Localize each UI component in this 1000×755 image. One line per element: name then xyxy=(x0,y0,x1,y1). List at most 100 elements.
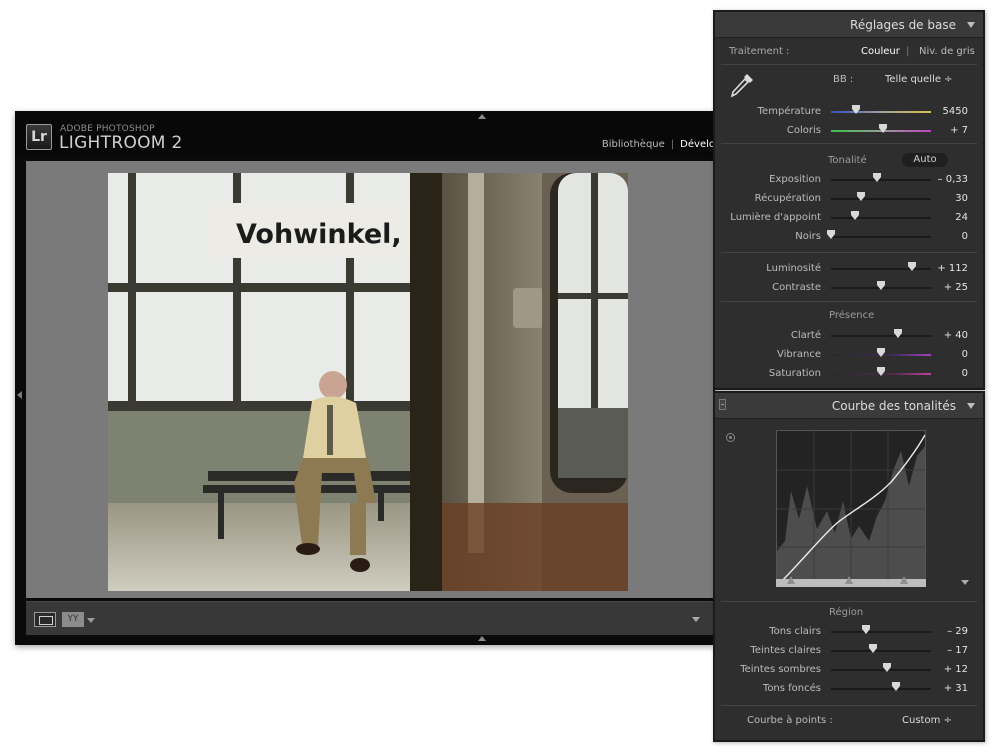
collapse-triangle-icon[interactable] xyxy=(967,403,975,409)
module-picker: Bibliothèque | Dévelo xyxy=(602,139,715,150)
slider-thumb-saturation[interactable] xyxy=(877,367,885,376)
slider-value-teintes-sombres[interactable]: + 12 xyxy=(928,664,968,675)
slider-label-recuperation: Récupération xyxy=(754,193,821,204)
slider-label-coloris: Coloris xyxy=(786,125,821,136)
slider-thumb-contraste[interactable] xyxy=(877,281,885,290)
slider-value-clarte[interactable]: + 40 xyxy=(928,330,968,341)
slider-track-recuperation[interactable] xyxy=(831,198,931,200)
basic-panel-title: Réglages de base xyxy=(850,18,956,32)
slider-thumb-tons-fonces[interactable] xyxy=(892,682,900,691)
loupe-view-button[interactable] xyxy=(34,612,56,627)
slider-thumb-tons-clairs[interactable] xyxy=(862,625,870,634)
module-library[interactable]: Bibliothèque xyxy=(602,139,665,150)
brand-main-text: LIGHTROOM 2 xyxy=(59,133,183,153)
slider-label-teintes-sombres: Teintes sombres xyxy=(740,664,821,675)
slider-value-tons-fonces[interactable]: + 31 xyxy=(928,683,968,694)
title-bar: Lr ADOBE PHOTOSHOP LIGHTROOM 2 Bibliothè… xyxy=(15,111,715,157)
photo-preview: Vohwinkel, Sch xyxy=(108,173,628,591)
slider-value-vibrance[interactable]: 0 xyxy=(928,349,968,360)
slider-value-tons-clairs[interactable]: – 29 xyxy=(928,626,968,637)
point-curve-dropdown[interactable]: Custom ÷ xyxy=(902,715,952,726)
slider-track-luminosite[interactable] xyxy=(831,268,931,270)
slider-thumb-teintes-claires[interactable] xyxy=(869,644,877,653)
collapse-triangle-icon[interactable] xyxy=(967,22,975,28)
slider-label-temperature: Température xyxy=(757,106,821,117)
slider-track-exposition[interactable] xyxy=(831,179,931,181)
slider-label-teintes-claires: Teintes claires xyxy=(750,645,821,656)
slider-value-noirs[interactable]: 0 xyxy=(928,231,968,242)
slider-value-coloris[interactable]: + 7 xyxy=(928,125,968,136)
slider-label-vibrance: Vibrance xyxy=(777,349,821,360)
panel-switch-icon[interactable] xyxy=(719,399,726,410)
treatment-color-option[interactable]: Couleur xyxy=(861,46,900,57)
slider-label-clarte: Clarté xyxy=(790,330,821,341)
slider-label-exposition: Exposition xyxy=(769,174,821,185)
slider-value-teintes-claires[interactable]: – 17 xyxy=(928,645,968,656)
lightroom-window: Lr ADOBE PHOTOSHOP LIGHTROOM 2 Bibliothè… xyxy=(15,111,715,645)
presence-section-label: Présence xyxy=(829,310,875,321)
slider-thumb-luminosite[interactable] xyxy=(908,262,916,271)
compare-options-icon[interactable] xyxy=(87,618,95,623)
slider-label-tons-clairs: Tons clairs xyxy=(769,626,821,637)
slider-track-noirs[interactable] xyxy=(831,236,931,238)
slider-label-noirs: Noirs xyxy=(795,231,821,242)
slider-track-lumiere-d-appoint[interactable] xyxy=(831,217,931,219)
slider-label-luminosite: Luminosité xyxy=(766,263,821,274)
eyedropper-icon[interactable] xyxy=(727,70,757,100)
divider xyxy=(721,64,977,65)
module-separator: | xyxy=(670,139,675,150)
slider-thumb-lumiere-d-appoint[interactable] xyxy=(851,211,859,220)
divider xyxy=(721,301,977,302)
divider xyxy=(721,252,977,253)
curve-expand-icon[interactable] xyxy=(961,580,969,585)
slider-value-luminosite[interactable]: + 112 xyxy=(928,263,968,274)
slider-track-tons-clairs[interactable] xyxy=(831,631,931,633)
treatment-separator: | xyxy=(906,46,910,57)
slider-value-lumiere-d-appoint[interactable]: 24 xyxy=(928,212,968,223)
slider-thumb-teintes-sombres[interactable] xyxy=(883,663,891,672)
lightroom-logo: Lr xyxy=(26,124,52,150)
basic-settings-panel: Réglages de base Traitement : Couleur | … xyxy=(713,10,985,390)
tone-curve-graph[interactable] xyxy=(776,430,926,587)
slider-label-lumiere-d-appoint: Lumière d'appoint xyxy=(730,212,821,223)
slider-label-saturation: Saturation xyxy=(768,368,821,379)
toolbar: YY xyxy=(26,601,713,635)
curve-panel-header[interactable]: Courbe des tonalités xyxy=(715,393,983,419)
basic-panel-header[interactable]: Réglages de base xyxy=(715,12,983,38)
slider-thumb-exposition[interactable] xyxy=(873,173,881,182)
slider-value-saturation[interactable]: 0 xyxy=(928,368,968,379)
treatment-grayscale-option[interactable]: Niv. de gris xyxy=(919,46,975,57)
divider xyxy=(721,705,977,706)
slider-track-clarte[interactable] xyxy=(831,335,931,337)
slider-track-tons-fonces[interactable] xyxy=(831,688,931,690)
divider xyxy=(721,143,977,144)
divider xyxy=(721,601,977,602)
left-panel-toggle-icon[interactable] xyxy=(17,391,22,399)
slider-thumb-coloris[interactable] xyxy=(879,124,887,133)
slider-value-recuperation[interactable]: 30 xyxy=(928,193,968,204)
toolbar-menu-icon[interactable] xyxy=(692,617,700,622)
wb-label: BB : xyxy=(833,74,854,85)
region-section-label: Région xyxy=(829,607,864,618)
slider-value-exposition[interactable]: – 0,33 xyxy=(928,174,968,185)
auto-tone-button[interactable]: Auto xyxy=(902,153,948,167)
slider-thumb-clarte[interactable] xyxy=(894,329,902,338)
top-panel-toggle-icon[interactable] xyxy=(478,114,486,119)
slider-value-contraste[interactable]: + 25 xyxy=(928,282,968,293)
slider-track-teintes-sombres[interactable] xyxy=(831,669,931,671)
wb-preset-dropdown[interactable]: Telle quelle ÷ xyxy=(885,74,953,85)
slider-thumb-noirs[interactable] xyxy=(827,230,835,239)
slider-track-temperature[interactable] xyxy=(831,111,931,113)
module-develop[interactable]: Dévelo xyxy=(680,139,715,150)
slider-thumb-temperature[interactable] xyxy=(852,105,860,114)
slider-thumb-vibrance[interactable] xyxy=(877,348,885,357)
slider-thumb-recuperation[interactable] xyxy=(857,192,865,201)
tone-section-label: Tonalité xyxy=(828,155,867,166)
slider-track-teintes-claires[interactable] xyxy=(831,650,931,652)
photo-image: Vohwinkel, Sch xyxy=(108,173,628,591)
bottom-panel-toggle-icon[interactable] xyxy=(478,636,486,641)
target-adjust-icon[interactable] xyxy=(726,433,735,442)
compare-view-button[interactable]: YY xyxy=(62,612,84,627)
slider-value-temperature[interactable]: 5450 xyxy=(928,106,968,117)
point-curve-label: Courbe à points : xyxy=(747,715,833,726)
